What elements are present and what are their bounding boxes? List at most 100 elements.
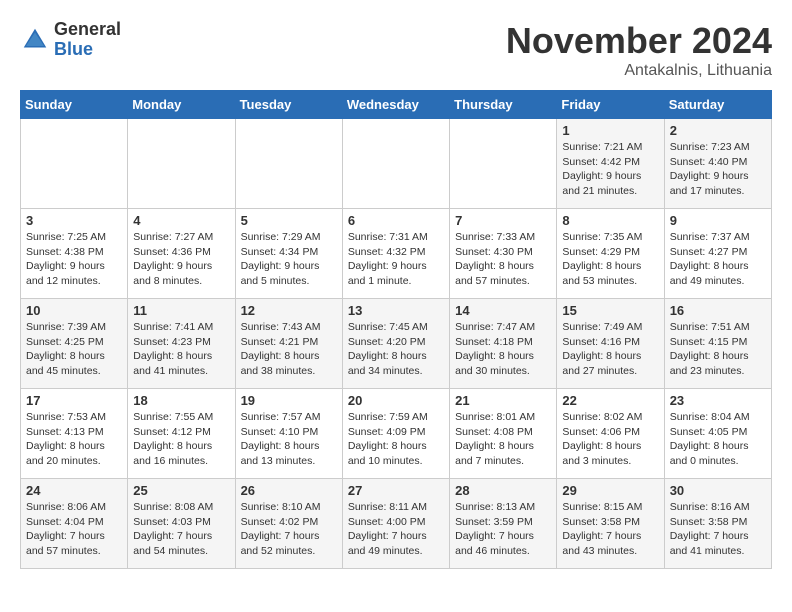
- day-daylight: Daylight: 8 hours and 20 minutes.: [26, 439, 122, 468]
- day-daylight: Daylight: 8 hours and 16 minutes.: [133, 439, 229, 468]
- day-sunrise: Sunrise: 8:08 AM: [133, 500, 229, 515]
- day-number: 18: [133, 393, 229, 408]
- calendar-cell: 1 Sunrise: 7:21 AM Sunset: 4:42 PM Dayli…: [557, 119, 664, 209]
- calendar-cell: 15 Sunrise: 7:49 AM Sunset: 4:16 PM Dayl…: [557, 299, 664, 389]
- calendar-header-row: Sunday Monday Tuesday Wednesday Thursday…: [21, 91, 772, 119]
- day-number: 6: [348, 213, 444, 228]
- day-sunset: Sunset: 4:42 PM: [562, 155, 658, 170]
- calendar-week-row: 24 Sunrise: 8:06 AM Sunset: 4:04 PM Dayl…: [21, 479, 772, 569]
- calendar-cell: 8 Sunrise: 7:35 AM Sunset: 4:29 PM Dayli…: [557, 209, 664, 299]
- day-sunrise: Sunrise: 7:43 AM: [241, 320, 337, 335]
- day-sunset: Sunset: 4:02 PM: [241, 515, 337, 530]
- day-daylight: Daylight: 8 hours and 10 minutes.: [348, 439, 444, 468]
- day-sunrise: Sunrise: 7:47 AM: [455, 320, 551, 335]
- calendar-cell: 17 Sunrise: 7:53 AM Sunset: 4:13 PM Dayl…: [21, 389, 128, 479]
- calendar-cell: 5 Sunrise: 7:29 AM Sunset: 4:34 PM Dayli…: [235, 209, 342, 299]
- day-sunrise: Sunrise: 8:15 AM: [562, 500, 658, 515]
- day-sunrise: Sunrise: 8:16 AM: [670, 500, 766, 515]
- calendar-cell: 7 Sunrise: 7:33 AM Sunset: 4:30 PM Dayli…: [450, 209, 557, 299]
- day-daylight: Daylight: 7 hours and 49 minutes.: [348, 529, 444, 558]
- day-sunrise: Sunrise: 7:27 AM: [133, 230, 229, 245]
- day-sunset: Sunset: 4:30 PM: [455, 245, 551, 260]
- day-sunset: Sunset: 4:08 PM: [455, 425, 551, 440]
- header-tuesday: Tuesday: [235, 91, 342, 119]
- calendar-cell: 3 Sunrise: 7:25 AM Sunset: 4:38 PM Dayli…: [21, 209, 128, 299]
- day-daylight: Daylight: 7 hours and 46 minutes.: [455, 529, 551, 558]
- calendar-cell: [21, 119, 128, 209]
- day-sunset: Sunset: 4:18 PM: [455, 335, 551, 350]
- calendar-cell: 26 Sunrise: 8:10 AM Sunset: 4:02 PM Dayl…: [235, 479, 342, 569]
- day-sunset: Sunset: 4:21 PM: [241, 335, 337, 350]
- calendar-week-row: 1 Sunrise: 7:21 AM Sunset: 4:42 PM Dayli…: [21, 119, 772, 209]
- day-daylight: Daylight: 9 hours and 21 minutes.: [562, 169, 658, 198]
- title-area: November 2024 Antakalnis, Lithuania: [506, 20, 772, 80]
- day-daylight: Daylight: 7 hours and 41 minutes.: [670, 529, 766, 558]
- day-sunrise: Sunrise: 8:06 AM: [26, 500, 122, 515]
- day-number: 21: [455, 393, 551, 408]
- day-sunset: Sunset: 4:32 PM: [348, 245, 444, 260]
- day-number: 12: [241, 303, 337, 318]
- calendar-cell: [128, 119, 235, 209]
- calendar-week-row: 17 Sunrise: 7:53 AM Sunset: 4:13 PM Dayl…: [21, 389, 772, 479]
- logo-text: General Blue: [54, 20, 121, 60]
- day-sunset: Sunset: 3:58 PM: [670, 515, 766, 530]
- day-number: 9: [670, 213, 766, 228]
- calendar-cell: [450, 119, 557, 209]
- day-sunset: Sunset: 4:06 PM: [562, 425, 658, 440]
- day-number: 14: [455, 303, 551, 318]
- calendar-cell: 6 Sunrise: 7:31 AM Sunset: 4:32 PM Dayli…: [342, 209, 449, 299]
- logo-icon: [20, 25, 50, 55]
- calendar-week-row: 10 Sunrise: 7:39 AM Sunset: 4:25 PM Dayl…: [21, 299, 772, 389]
- day-daylight: Daylight: 8 hours and 0 minutes.: [670, 439, 766, 468]
- calendar-cell: 30 Sunrise: 8:16 AM Sunset: 3:58 PM Dayl…: [664, 479, 771, 569]
- day-number: 15: [562, 303, 658, 318]
- day-daylight: Daylight: 8 hours and 53 minutes.: [562, 259, 658, 288]
- day-sunset: Sunset: 4:40 PM: [670, 155, 766, 170]
- day-sunset: Sunset: 4:29 PM: [562, 245, 658, 260]
- calendar-cell: 19 Sunrise: 7:57 AM Sunset: 4:10 PM Dayl…: [235, 389, 342, 479]
- calendar-cell: 21 Sunrise: 8:01 AM Sunset: 4:08 PM Dayl…: [450, 389, 557, 479]
- page-header: General Blue November 2024 Antakalnis, L…: [20, 20, 772, 80]
- month-title: November 2024: [506, 20, 772, 62]
- day-sunset: Sunset: 3:58 PM: [562, 515, 658, 530]
- day-sunrise: Sunrise: 7:23 AM: [670, 140, 766, 155]
- day-daylight: Daylight: 8 hours and 34 minutes.: [348, 349, 444, 378]
- day-sunrise: Sunrise: 7:51 AM: [670, 320, 766, 335]
- day-sunrise: Sunrise: 7:31 AM: [348, 230, 444, 245]
- day-sunrise: Sunrise: 7:35 AM: [562, 230, 658, 245]
- day-sunrise: Sunrise: 7:57 AM: [241, 410, 337, 425]
- day-sunrise: Sunrise: 7:59 AM: [348, 410, 444, 425]
- day-sunset: Sunset: 4:03 PM: [133, 515, 229, 530]
- day-daylight: Daylight: 8 hours and 3 minutes.: [562, 439, 658, 468]
- day-daylight: Daylight: 8 hours and 7 minutes.: [455, 439, 551, 468]
- day-daylight: Daylight: 9 hours and 12 minutes.: [26, 259, 122, 288]
- day-sunset: Sunset: 4:04 PM: [26, 515, 122, 530]
- day-sunset: Sunset: 4:00 PM: [348, 515, 444, 530]
- day-sunrise: Sunrise: 7:33 AM: [455, 230, 551, 245]
- day-number: 1: [562, 123, 658, 138]
- calendar-cell: 18 Sunrise: 7:55 AM Sunset: 4:12 PM Dayl…: [128, 389, 235, 479]
- day-sunrise: Sunrise: 7:45 AM: [348, 320, 444, 335]
- calendar-cell: 11 Sunrise: 7:41 AM Sunset: 4:23 PM Dayl…: [128, 299, 235, 389]
- day-daylight: Daylight: 9 hours and 1 minute.: [348, 259, 444, 288]
- day-number: 28: [455, 483, 551, 498]
- day-number: 16: [670, 303, 766, 318]
- header-saturday: Saturday: [664, 91, 771, 119]
- day-sunset: Sunset: 4:05 PM: [670, 425, 766, 440]
- day-daylight: Daylight: 8 hours and 30 minutes.: [455, 349, 551, 378]
- day-sunset: Sunset: 4:36 PM: [133, 245, 229, 260]
- day-sunset: Sunset: 4:25 PM: [26, 335, 122, 350]
- day-number: 10: [26, 303, 122, 318]
- location: Antakalnis, Lithuania: [506, 62, 772, 80]
- day-number: 30: [670, 483, 766, 498]
- day-sunset: Sunset: 4:34 PM: [241, 245, 337, 260]
- day-number: 11: [133, 303, 229, 318]
- calendar-cell: 13 Sunrise: 7:45 AM Sunset: 4:20 PM Dayl…: [342, 299, 449, 389]
- day-daylight: Daylight: 8 hours and 49 minutes.: [670, 259, 766, 288]
- calendar-cell: [342, 119, 449, 209]
- day-sunset: Sunset: 4:23 PM: [133, 335, 229, 350]
- day-number: 13: [348, 303, 444, 318]
- calendar-cell: 10 Sunrise: 7:39 AM Sunset: 4:25 PM Dayl…: [21, 299, 128, 389]
- day-sunrise: Sunrise: 7:29 AM: [241, 230, 337, 245]
- calendar-table: Sunday Monday Tuesday Wednesday Thursday…: [20, 90, 772, 569]
